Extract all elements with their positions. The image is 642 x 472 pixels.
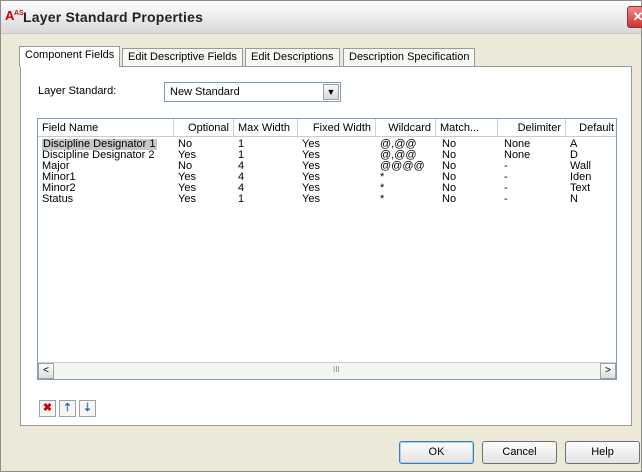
table-row[interactable]: Minor2 Yes 4 Yes * No - Text (38, 183, 616, 194)
table-cell[interactable]: No (178, 139, 192, 150)
table-cell[interactable]: Yes (302, 194, 320, 205)
title-bar[interactable]: A AS Layer Standard Properties ✕ (1, 1, 642, 34)
table-cell[interactable]: - (504, 161, 508, 172)
help-button[interactable]: Help (565, 441, 640, 464)
column-header-default[interactable]: Default (566, 119, 616, 136)
tab-component-fields[interactable]: Component Fields (19, 46, 121, 67)
tab-edit-descriptive-fields[interactable]: Edit Descriptive Fields (122, 48, 243, 66)
table-cell[interactable]: Yes (178, 150, 196, 161)
table-cell[interactable]: None (504, 139, 530, 150)
table-cell[interactable]: No (442, 161, 456, 172)
table-cell[interactable]: Wall (570, 161, 591, 172)
table-cell[interactable]: Minor2 (42, 183, 76, 194)
table-cell[interactable]: Yes (178, 172, 196, 183)
table-cell[interactable]: No (442, 194, 456, 205)
delete-icon: ✖ (42, 402, 53, 414)
scroll-left-button[interactable]: < (38, 363, 54, 379)
table-cell[interactable]: * (380, 183, 384, 194)
table-header: Field Name Optional Max Width Fixed Widt… (38, 119, 616, 137)
table-cell[interactable]: Yes (178, 183, 196, 194)
move-down-icon: ⇣ (82, 402, 93, 414)
horizontal-scrollbar[interactable]: < III > (38, 362, 616, 379)
table-row[interactable]: Major No 4 Yes @@@@ No - Wall (38, 161, 616, 172)
component-fields-table[interactable]: Field Name Optional Max Width Fixed Widt… (37, 118, 617, 380)
column-header-max-width[interactable]: Max Width (234, 119, 298, 136)
table-cell[interactable]: 1 (238, 150, 244, 161)
component-fields-panel: Layer Standard: New Standard ▼ Field Nam… (20, 66, 632, 426)
close-icon: ✕ (632, 9, 642, 24)
cancel-button[interactable]: Cancel (482, 441, 557, 464)
table-cell[interactable]: Discipline Designator 2 (42, 150, 155, 161)
table-cell[interactable]: 1 (238, 194, 244, 205)
table-cell[interactable]: No (442, 183, 456, 194)
table-cell[interactable]: Yes (178, 194, 196, 205)
table-cell[interactable]: N (570, 194, 578, 205)
table-cell[interactable]: * (380, 172, 384, 183)
move-down-button[interactable]: ⇣ (79, 400, 96, 417)
table-cell[interactable]: A (570, 139, 577, 150)
scroll-thumb-grip[interactable]: III (333, 365, 340, 374)
table-cell[interactable]: Status (42, 194, 73, 205)
table-row[interactable]: Discipline Designator 1 No 1 Yes @,@@ No None A (38, 139, 616, 150)
layer-standard-label: Layer Standard: (38, 85, 117, 97)
table-cell[interactable]: Major (42, 161, 70, 172)
layer-standard-value: New Standard (170, 86, 240, 98)
move-up-icon: ⇡ (62, 402, 73, 414)
table-cell[interactable]: - (504, 183, 508, 194)
table-cell[interactable]: D (570, 150, 578, 161)
column-header-optional[interactable]: Optional (174, 119, 234, 136)
ok-button[interactable]: OK (399, 441, 474, 464)
table-cell[interactable]: Yes (302, 161, 320, 172)
table-cell[interactable]: Text (570, 183, 590, 194)
column-header-field-name[interactable]: Field Name (38, 119, 174, 136)
table-cell[interactable]: Yes (302, 172, 320, 183)
table-cell[interactable]: - (504, 172, 508, 183)
scroll-right-button[interactable]: > (600, 363, 616, 379)
table-cell[interactable]: No (442, 139, 456, 150)
table-cell[interactable]: @,@@ (380, 139, 417, 150)
table-cell[interactable]: - (504, 194, 508, 205)
table-cell[interactable]: 1 (238, 139, 244, 150)
table-cell[interactable]: No (442, 172, 456, 183)
close-button[interactable]: ✕ (627, 6, 642, 28)
table-cell[interactable]: No (442, 150, 456, 161)
table-cell[interactable]: @,@@ (380, 150, 417, 161)
table-cell[interactable]: No (178, 161, 192, 172)
column-header-fixed-width[interactable]: Fixed Width (298, 119, 376, 136)
column-header-match[interactable]: Match... (436, 119, 498, 136)
tab-edit-descriptions[interactable]: Edit Descriptions (245, 48, 340, 66)
chevron-down-icon[interactable]: ▼ (323, 84, 339, 100)
table-cell[interactable]: None (504, 150, 530, 161)
table-row[interactable]: Minor1 Yes 4 Yes * No - Iden (38, 172, 616, 183)
dialog-title: Layer Standard Properties (23, 9, 204, 25)
table-cell[interactable]: 4 (238, 161, 244, 172)
table-cell[interactable]: 4 (238, 183, 244, 194)
delete-field-button[interactable]: ✖ (39, 400, 56, 417)
table-cell[interactable]: Discipline Designator 1 (42, 139, 157, 150)
table-cell[interactable]: @@@@ (380, 161, 425, 172)
table-row[interactable]: Discipline Designator 2 Yes 1 Yes @,@@ No None… (38, 150, 616, 161)
table-cell[interactable]: 4 (238, 172, 244, 183)
column-header-wildcard[interactable]: Wildcard (376, 119, 436, 136)
autocad-app-icon: A AS (5, 8, 24, 23)
table-cell[interactable]: Yes (302, 150, 320, 161)
tab-description-specification[interactable]: Description Specification (343, 48, 476, 66)
column-header-delimiter[interactable]: Delimiter (498, 119, 566, 136)
table-cell[interactable]: Yes (302, 183, 320, 194)
dialog-window: A AS Layer Standard Properties ✕ Componen… (0, 0, 642, 472)
move-up-button[interactable]: ⇡ (59, 400, 76, 417)
table-cell[interactable]: Yes (302, 139, 320, 150)
table-cell[interactable]: Minor1 (42, 172, 76, 183)
table-row[interactable]: Status Yes 1 Yes * No - N (38, 194, 616, 205)
layer-standard-select[interactable]: New Standard ▼ (164, 82, 341, 102)
table-cell[interactable]: * (380, 194, 384, 205)
table-cell[interactable]: Iden (570, 172, 591, 183)
